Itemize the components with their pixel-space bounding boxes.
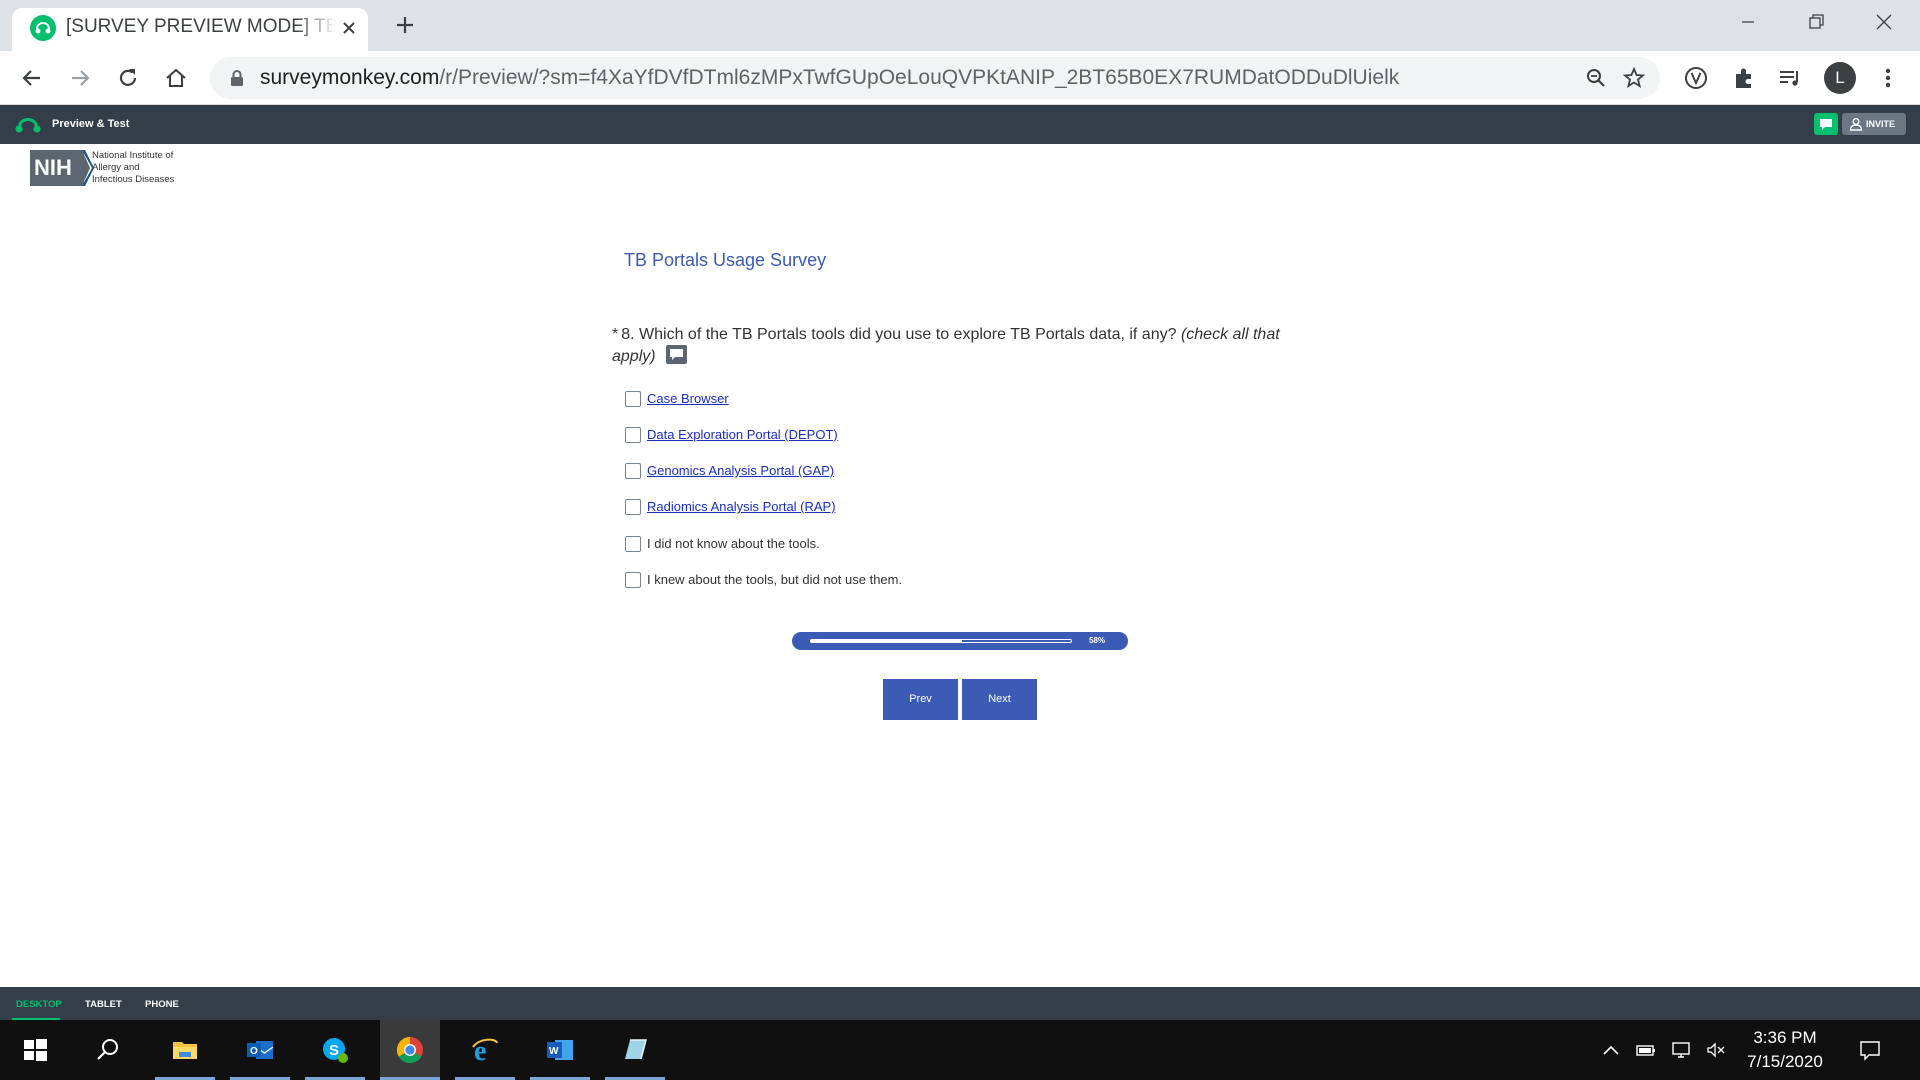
- home-icon[interactable]: [162, 64, 190, 92]
- progress-bar: 58%: [792, 632, 1128, 650]
- zoom-icon[interactable]: [1584, 66, 1608, 90]
- word-icon: W: [547, 1040, 573, 1060]
- nih-abbrev: NIH: [30, 150, 84, 186]
- progress-remaining: [961, 639, 1072, 643]
- extensions-puzzle-icon[interactable]: [1730, 64, 1758, 92]
- checkbox[interactable]: [625, 499, 641, 515]
- clock-date: 7/15/2020: [1747, 1052, 1823, 1071]
- taskbar-search[interactable]: [78, 1020, 138, 1080]
- prev-button[interactable]: Prev: [883, 679, 958, 720]
- surveymonkey-favicon-icon: [30, 15, 56, 41]
- extension-v-icon[interactable]: [1682, 64, 1710, 92]
- volume-muted-icon[interactable]: [1705, 1040, 1727, 1060]
- progress-percent: 58%: [1089, 636, 1106, 645]
- checkbox[interactable]: [625, 391, 641, 407]
- notifications-icon[interactable]: [1858, 1038, 1882, 1062]
- required-mark: *: [612, 326, 619, 343]
- option-label: I did not know about the tools.: [647, 536, 820, 551]
- minimize-icon[interactable]: [1736, 10, 1760, 34]
- forward-icon[interactable]: [66, 64, 94, 92]
- invite-label: INVITE: [1866, 119, 1896, 129]
- svg-text:W: W: [549, 1046, 559, 1057]
- url-host: surveymonkey.com: [260, 66, 440, 89]
- taskbar-word[interactable]: W: [530, 1020, 590, 1080]
- person-icon: [1849, 118, 1863, 131]
- option-label: I knew about the tools, but did not use …: [647, 572, 903, 587]
- next-button[interactable]: Next: [962, 679, 1037, 720]
- svg-text:O: O: [250, 1046, 258, 1057]
- question-text: 8. Which of the TB Portals tools did you…: [621, 326, 1177, 343]
- address-bar[interactable]: surveymonkey.com/r/Preview/?sm=f4XaYfDVf…: [210, 57, 1660, 99]
- skype-icon: S: [323, 1038, 348, 1063]
- question-comment-icon[interactable]: [666, 345, 688, 364]
- checkbox[interactable]: [625, 463, 641, 479]
- media-queue-icon[interactable]: [1776, 64, 1804, 92]
- question-8: * 8. Which of the TB Portals tools did yo…: [612, 324, 1292, 367]
- nih-name: National Institute of Allergy and Infect…: [92, 150, 202, 186]
- surveymonkey-logo-icon[interactable]: [14, 115, 42, 135]
- option-label[interactable]: Data Exploration Portal (DEPOT): [647, 427, 838, 442]
- url-text: surveymonkey.com/r/Preview/?sm=f4XaYfDVf…: [260, 66, 1399, 90]
- taskbar-outlook[interactable]: O: [230, 1020, 290, 1080]
- outlook-icon: O: [247, 1041, 274, 1059]
- windows-logo-icon: [24, 1039, 47, 1061]
- restore-icon[interactable]: [1804, 10, 1828, 34]
- checkbox[interactable]: [625, 427, 641, 443]
- taskbar-skype[interactable]: S: [305, 1020, 365, 1080]
- checkbox[interactable]: [625, 572, 641, 588]
- url-path: /r/Preview/?sm=f4XaYfDVfDTml6zMPxTwfGUpO…: [439, 66, 1400, 89]
- progress-track: [810, 639, 1072, 643]
- device-tab-desktop[interactable]: DESKTOP: [16, 999, 62, 1010]
- internet-explorer-icon: e: [472, 1036, 498, 1065]
- tab-title: [SURVEY PREVIEW MODE] TB Portals Usage S…: [66, 16, 336, 37]
- system-clock[interactable]: 3:36 PM 7/15/2020: [1740, 1026, 1830, 1074]
- app-icon: [625, 1039, 647, 1060]
- comments-button[interactable]: [1814, 113, 1838, 135]
- taskbar-other-app[interactable]: [605, 1020, 665, 1080]
- comment-icon: [1820, 119, 1832, 130]
- folder-icon: [173, 1042, 197, 1059]
- svg-text:S: S: [329, 1042, 339, 1059]
- chrome-icon: [396, 1036, 423, 1064]
- profile-avatar[interactable]: L: [1824, 62, 1856, 94]
- invite-button[interactable]: INVITE: [1842, 113, 1906, 135]
- windows-taskbar: O S e W 3:36 PM 7/15/2020: [0, 1020, 1920, 1080]
- nih-name-line3: Infectious Diseases: [92, 174, 175, 185]
- option-label[interactable]: Case Browser: [647, 391, 729, 406]
- bookmark-star-icon[interactable]: [1622, 66, 1646, 90]
- option-label[interactable]: Radiomics Analysis Portal (RAP): [647, 499, 836, 514]
- preview-mode-title: Preview & Test: [52, 118, 130, 130]
- show-hidden-icons-icon[interactable]: [1600, 1040, 1622, 1060]
- browser-tab[interactable]: [SURVEY PREVIEW MODE] TB Portals Usage S…: [12, 8, 368, 51]
- preview-header-bar: Preview & Test INVITE: [0, 105, 1920, 144]
- close-tab-icon[interactable]: [338, 17, 360, 39]
- reload-icon[interactable]: [114, 64, 142, 92]
- taskbar-file-explorer[interactable]: [155, 1020, 215, 1080]
- search-icon: [97, 1039, 118, 1060]
- device-preview-bar: DESKTOP TABLET PHONE: [0, 987, 1920, 1020]
- back-icon[interactable]: [18, 64, 46, 92]
- taskbar-chrome[interactable]: [380, 1020, 440, 1080]
- browser-toolbar: surveymonkey.com/r/Preview/?sm=f4XaYfDVf…: [0, 51, 1920, 105]
- browser-tab-strip: [SURVEY PREVIEW MODE] TB Portals Usage S…: [0, 0, 1920, 51]
- checkbox[interactable]: [625, 536, 641, 552]
- new-tab-icon[interactable]: [392, 12, 418, 38]
- battery-icon[interactable]: [1635, 1040, 1657, 1060]
- chrome-menu-icon[interactable]: [1874, 64, 1902, 92]
- close-window-icon[interactable]: [1872, 10, 1896, 34]
- network-icon[interactable]: [1670, 1040, 1692, 1060]
- nih-name-line2: Allergy and: [92, 162, 140, 173]
- start-button[interactable]: [5, 1020, 65, 1080]
- device-tab-phone[interactable]: PHONE: [145, 999, 179, 1010]
- taskbar-internet-explorer[interactable]: e: [455, 1020, 515, 1080]
- clock-time: 3:36 PM: [1753, 1028, 1817, 1047]
- lock-icon[interactable]: [230, 69, 244, 87]
- nih-name-line1: National Institute of: [92, 150, 174, 161]
- survey-title: TB Portals Usage Survey: [624, 250, 827, 270]
- option-label[interactable]: Genomics Analysis Portal (GAP): [647, 463, 834, 478]
- device-tab-tablet[interactable]: TABLET: [85, 999, 122, 1010]
